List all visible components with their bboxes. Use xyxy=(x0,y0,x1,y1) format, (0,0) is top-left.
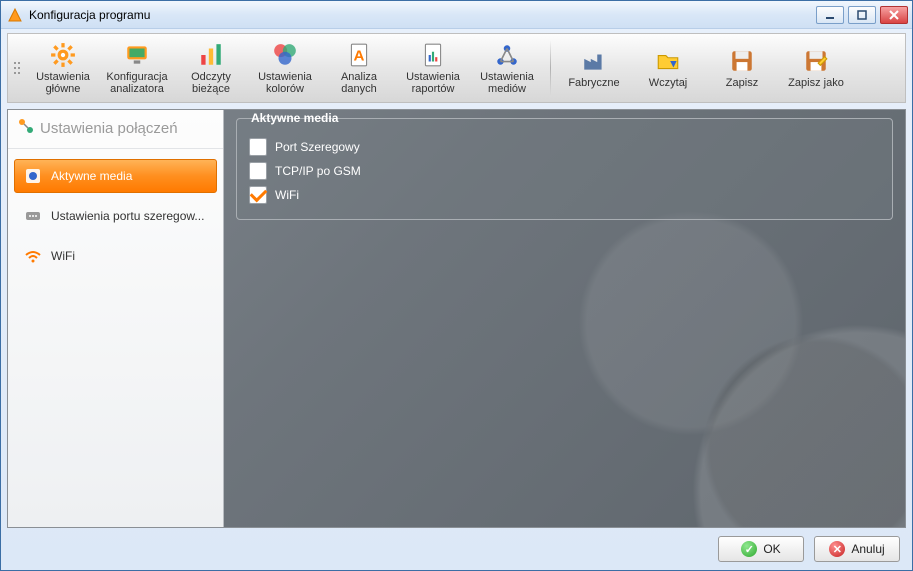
ok-label: OK xyxy=(763,542,780,556)
toolbar-label: Ustawienia mediów xyxy=(470,71,544,95)
checkbox-tcpip[interactable] xyxy=(249,162,267,180)
checkbox-label: Port Szeregowy xyxy=(275,140,360,154)
window-buttons xyxy=(816,6,908,24)
page-icon: A xyxy=(345,41,373,69)
toolbar-grip[interactable] xyxy=(12,43,22,93)
cancel-label: Anuluj xyxy=(851,542,884,556)
toolbar: Ustawienia główne Konfiguracja analizato… xyxy=(7,33,906,103)
connections-icon xyxy=(18,118,34,138)
toolbar-save[interactable]: Zapisz xyxy=(705,36,779,100)
gear-icon xyxy=(49,41,77,69)
close-button[interactable] xyxy=(880,6,908,24)
active-media-groupbox: Aktywne media Port Szeregowy TCP/IP po G… xyxy=(236,118,893,220)
app-icon xyxy=(7,7,23,23)
sidebar-nav: Aktywne media Ustawienia portu szeregow.… xyxy=(8,149,223,283)
toolbar-label: Analiza danych xyxy=(322,71,396,95)
toolbar-label: Ustawienia główne xyxy=(26,71,100,95)
dialog-footer: ✓ OK ✕ Anuluj xyxy=(1,534,912,570)
folder-open-icon xyxy=(654,47,682,75)
minimize-button[interactable] xyxy=(816,6,844,24)
toolbar-label: Zapisz xyxy=(726,77,758,89)
toolbar-label: Fabryczne xyxy=(568,77,619,89)
palette-icon xyxy=(271,41,299,69)
checkbox-label: WiFi xyxy=(275,188,299,202)
floppy-as-icon xyxy=(802,47,830,75)
toolbar-current-readings[interactable]: Odczyty bieżące xyxy=(174,36,248,100)
toolbar-analyzer-config[interactable]: Konfiguracja analizatora xyxy=(100,36,174,100)
sidebar: Ustawienia połączeń Aktywne media Ustawi… xyxy=(8,110,224,527)
floppy-icon xyxy=(728,47,756,75)
main-body: Ustawienia połączeń Aktywne media Ustawi… xyxy=(7,109,906,528)
sidebar-item-label: Ustawienia portu szeregow... xyxy=(51,209,204,223)
cancel-button[interactable]: ✕ Anuluj xyxy=(814,536,900,562)
window-title: Konfiguracja programu xyxy=(29,8,816,22)
sidebar-header: Ustawienia połączeń xyxy=(8,110,223,149)
toolbar-label: Ustawienia raportów xyxy=(396,71,470,95)
sidebar-item-active-media[interactable]: Aktywne media xyxy=(14,159,217,193)
sidebar-item-wifi[interactable]: WiFi xyxy=(14,239,217,273)
toolbar-report-settings[interactable]: Ustawienia raportów xyxy=(396,36,470,100)
toolbar-separator xyxy=(550,40,551,96)
toolbar-data-analysis[interactable]: A Analiza danych xyxy=(322,36,396,100)
serial-icon xyxy=(23,206,43,226)
media-icon xyxy=(23,166,43,186)
toolbar-color-settings[interactable]: Ustawienia kolorów xyxy=(248,36,322,100)
monitor-icon xyxy=(123,41,151,69)
cancel-icon: ✕ xyxy=(829,541,845,557)
ok-icon: ✓ xyxy=(741,541,757,557)
toolbar-label: Odczyty bieżące xyxy=(174,71,248,95)
sidebar-title: Ustawienia połączeń xyxy=(40,120,178,137)
checkbox-row-wifi[interactable]: WiFi xyxy=(249,183,880,207)
toolbar-label: Ustawienia kolorów xyxy=(248,71,322,95)
report-icon xyxy=(419,41,447,69)
toolbar-factory[interactable]: Fabryczne xyxy=(557,36,631,100)
sidebar-item-serial-port[interactable]: Ustawienia portu szeregow... xyxy=(14,199,217,233)
toolbar-label: Zapisz jako xyxy=(788,77,844,89)
checkbox-serial[interactable] xyxy=(249,138,267,156)
maximize-button[interactable] xyxy=(848,6,876,24)
sidebar-item-label: WiFi xyxy=(51,249,75,263)
content-panel: Aktywne media Port Szeregowy TCP/IP po G… xyxy=(224,110,905,527)
titlebar: Konfiguracja programu xyxy=(1,1,912,29)
network-icon xyxy=(493,41,521,69)
groupbox-legend: Aktywne media xyxy=(247,111,342,125)
wifi-icon xyxy=(23,246,43,266)
checkbox-wifi[interactable] xyxy=(249,186,267,204)
svg-text:A: A xyxy=(354,47,365,64)
app-window: Konfiguracja programu Ustawienia główne … xyxy=(0,0,913,571)
factory-icon xyxy=(580,47,608,75)
checkbox-row-serial[interactable]: Port Szeregowy xyxy=(249,135,880,159)
toolbar-label: Wczytaj xyxy=(649,77,688,89)
toolbar-label: Konfiguracja analizatora xyxy=(100,71,174,95)
checkbox-label: TCP/IP po GSM xyxy=(275,164,361,178)
bars-icon xyxy=(197,41,225,69)
toolbar-main-settings[interactable]: Ustawienia główne xyxy=(26,36,100,100)
toolbar-media-settings[interactable]: Ustawienia mediów xyxy=(470,36,544,100)
sidebar-item-label: Aktywne media xyxy=(51,169,132,183)
toolbar-save-as[interactable]: Zapisz jako xyxy=(779,36,853,100)
ok-button[interactable]: ✓ OK xyxy=(718,536,804,562)
checkbox-row-tcpip[interactable]: TCP/IP po GSM xyxy=(249,159,880,183)
toolbar-load[interactable]: Wczytaj xyxy=(631,36,705,100)
